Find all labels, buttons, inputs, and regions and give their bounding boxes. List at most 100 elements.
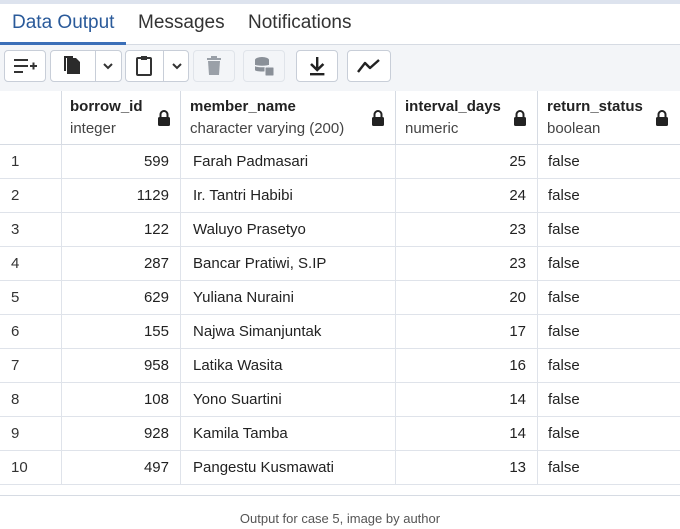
add-row-icon bbox=[14, 59, 37, 73]
cell-interval-days[interactable]: 16 bbox=[396, 349, 538, 383]
row-number[interactable]: 3 bbox=[0, 213, 62, 247]
cell-interval-days[interactable]: 13 bbox=[396, 451, 538, 485]
cell-return-status[interactable]: false bbox=[538, 451, 680, 485]
row-number[interactable]: 9 bbox=[0, 417, 62, 451]
cell-member-name[interactable]: Ir. Tantri Habibi bbox=[181, 179, 396, 213]
paste-button[interactable] bbox=[125, 50, 189, 82]
row-number[interactable]: 6 bbox=[0, 315, 62, 349]
table-row[interactable]: 10 497 Pangestu Kusmawati 13 false bbox=[0, 451, 680, 485]
cell-borrow-id[interactable]: 287 bbox=[62, 247, 181, 281]
column-header-return-status[interactable]: return_status boolean bbox=[538, 91, 680, 145]
copy-icon bbox=[64, 56, 80, 74]
lock-icon bbox=[158, 110, 170, 126]
cell-return-status[interactable]: false bbox=[538, 383, 680, 417]
cell-borrow-id[interactable]: 108 bbox=[62, 383, 181, 417]
cell-return-status[interactable]: false bbox=[538, 349, 680, 383]
cell-return-status[interactable]: false bbox=[538, 145, 680, 179]
graph-visualiser-button[interactable] bbox=[347, 50, 391, 82]
row-number[interactable]: 5 bbox=[0, 281, 62, 315]
tab-messages[interactable]: Messages bbox=[138, 12, 225, 34]
column-name: member_name bbox=[190, 98, 296, 115]
table-row[interactable]: 5 629 Yuliana Nuraini 20 false bbox=[0, 281, 680, 315]
cell-member-name[interactable]: Waluyo Prasetyo bbox=[181, 213, 396, 247]
cell-borrow-id[interactable]: 928 bbox=[62, 417, 181, 451]
cell-interval-days[interactable]: 25 bbox=[396, 145, 538, 179]
column-header-member-name[interactable]: member_name character varying (200) bbox=[181, 91, 396, 145]
row-number[interactable]: 10 bbox=[0, 451, 62, 485]
row-number[interactable]: 4 bbox=[0, 247, 62, 281]
cell-return-status[interactable]: false bbox=[538, 247, 680, 281]
download-icon bbox=[310, 57, 325, 76]
cell-member-name[interactable]: Najwa Simanjuntak bbox=[181, 315, 396, 349]
cell-member-name[interactable]: Bancar Pratiwi, S.IP bbox=[181, 247, 396, 281]
column-name: borrow_id bbox=[70, 98, 143, 115]
lock-icon bbox=[514, 110, 526, 126]
cell-return-status[interactable]: false bbox=[538, 417, 680, 451]
tab-notifications[interactable]: Notifications bbox=[248, 12, 352, 34]
cell-borrow-id[interactable]: 497 bbox=[62, 451, 181, 485]
paste-icon bbox=[136, 56, 152, 76]
table-row[interactable]: 6 155 Najwa Simanjuntak 17 false bbox=[0, 315, 680, 349]
copy-button[interactable] bbox=[50, 50, 122, 82]
cell-member-name[interactable]: Kamila Tamba bbox=[181, 417, 396, 451]
column-header-interval-days[interactable]: interval_days numeric bbox=[396, 91, 538, 145]
table-row[interactable]: 1 599 Farah Padmasari 25 false bbox=[0, 145, 680, 179]
table-row[interactable]: 4 287 Bancar Pratiwi, S.IP 23 false bbox=[0, 247, 680, 281]
cell-interval-days[interactable]: 14 bbox=[396, 383, 538, 417]
cell-interval-days[interactable]: 14 bbox=[396, 417, 538, 451]
data-toolbar bbox=[0, 45, 680, 92]
cell-borrow-id[interactable]: 155 bbox=[62, 315, 181, 349]
data-grid: borrow_id integer member_name character … bbox=[0, 91, 680, 496]
cell-interval-days[interactable]: 23 bbox=[396, 247, 538, 281]
lock-icon bbox=[656, 110, 668, 126]
cell-interval-days[interactable]: 20 bbox=[396, 281, 538, 315]
cell-borrow-id[interactable]: 958 bbox=[62, 349, 181, 383]
graph-icon bbox=[357, 59, 380, 73]
column-type: integer bbox=[70, 120, 116, 137]
cell-interval-days[interactable]: 23 bbox=[396, 213, 538, 247]
column-name: return_status bbox=[547, 98, 643, 115]
save-data-button[interactable] bbox=[243, 50, 285, 82]
lock-icon bbox=[372, 110, 384, 126]
cell-member-name[interactable]: Yono Suartini bbox=[181, 383, 396, 417]
tab-data-output[interactable]: Data Output bbox=[12, 12, 114, 34]
column-type: boolean bbox=[547, 120, 601, 137]
cell-member-name[interactable]: Pangestu Kusmawati bbox=[181, 451, 396, 485]
table-row[interactable]: 2 1129 Ir. Tantri Habibi 24 false bbox=[0, 179, 680, 213]
row-number-header bbox=[0, 91, 62, 145]
download-button[interactable] bbox=[296, 50, 338, 82]
cell-borrow-id[interactable]: 122 bbox=[62, 213, 181, 247]
row-number[interactable]: 1 bbox=[0, 145, 62, 179]
output-tabs: Data Output Messages Notifications bbox=[0, 4, 680, 45]
cell-borrow-id[interactable]: 629 bbox=[62, 281, 181, 315]
cell-borrow-id[interactable]: 1129 bbox=[62, 179, 181, 213]
column-type: character varying (200) bbox=[190, 120, 345, 137]
cell-member-name[interactable]: Yuliana Nuraini bbox=[181, 281, 396, 315]
table-row[interactable]: 9 928 Kamila Tamba 14 false bbox=[0, 417, 680, 451]
delete-icon bbox=[207, 56, 221, 75]
table-row[interactable]: 8 108 Yono Suartini 14 false bbox=[0, 383, 680, 417]
row-number[interactable]: 2 bbox=[0, 179, 62, 213]
table-row[interactable]: 7 958 Latika Wasita 16 false bbox=[0, 349, 680, 383]
cell-member-name[interactable]: Latika Wasita bbox=[181, 349, 396, 383]
cell-return-status[interactable]: false bbox=[538, 281, 680, 315]
column-name: interval_days bbox=[405, 98, 501, 115]
delete-button[interactable] bbox=[193, 50, 235, 82]
chevron-down-icon bbox=[103, 63, 113, 70]
image-caption: Output for case 5, image by author bbox=[239, 511, 441, 526]
save-data-icon bbox=[254, 57, 275, 77]
cell-member-name[interactable]: Farah Padmasari bbox=[181, 145, 396, 179]
column-type: numeric bbox=[405, 120, 459, 137]
cell-interval-days[interactable]: 24 bbox=[396, 179, 538, 213]
row-number[interactable]: 7 bbox=[0, 349, 62, 383]
column-header-borrow-id[interactable]: borrow_id integer bbox=[62, 91, 181, 145]
cell-return-status[interactable]: false bbox=[538, 179, 680, 213]
cell-return-status[interactable]: false bbox=[538, 213, 680, 247]
row-number[interactable]: 8 bbox=[0, 383, 62, 417]
add-row-button[interactable] bbox=[4, 50, 46, 82]
cell-borrow-id[interactable]: 599 bbox=[62, 145, 181, 179]
table-row[interactable]: 3 122 Waluyo Prasetyo 23 false bbox=[0, 213, 680, 247]
cell-return-status[interactable]: false bbox=[538, 315, 680, 349]
chevron-down-icon bbox=[172, 63, 182, 70]
cell-interval-days[interactable]: 17 bbox=[396, 315, 538, 349]
